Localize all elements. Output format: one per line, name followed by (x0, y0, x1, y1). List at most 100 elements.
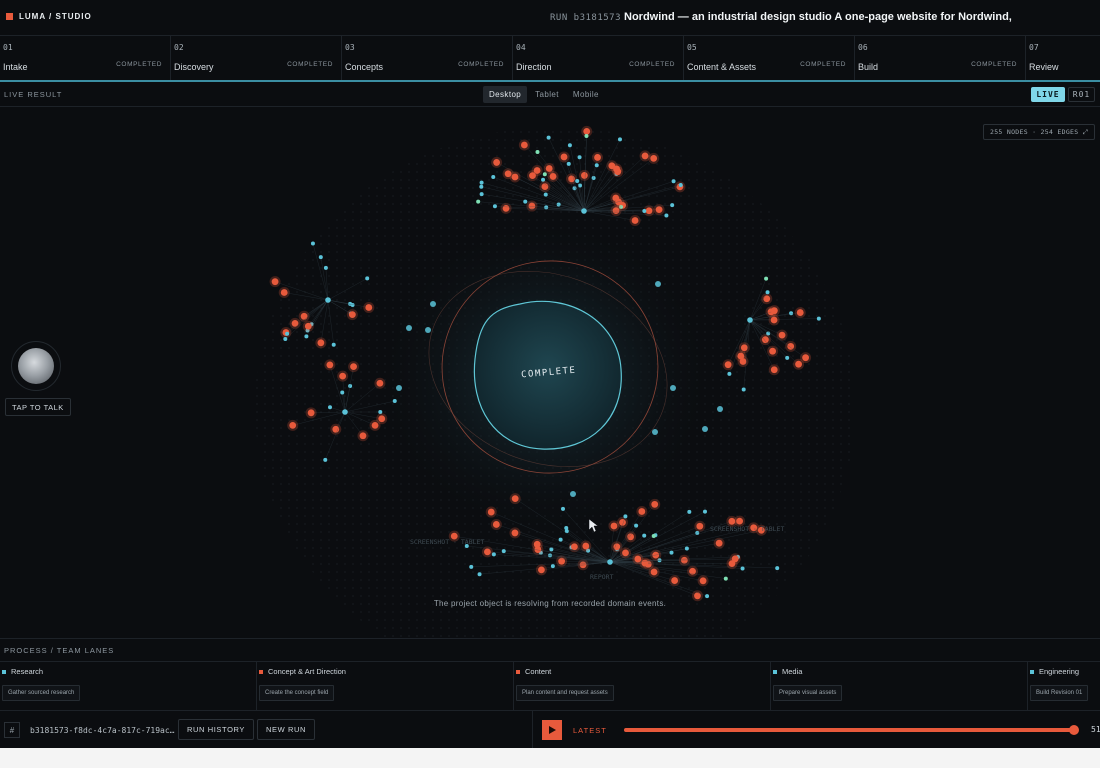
graph-node (584, 134, 589, 139)
graph-node (634, 555, 642, 563)
lane-content: Content Plan content and request assets (514, 661, 771, 710)
step-direction[interactable]: 04 Direction COMPLETED (513, 36, 684, 80)
lane-media: Media Prepare visual assets (771, 661, 1028, 710)
graph-hub (747, 317, 753, 323)
live-result-bar: LIVE RESULT Desktop Tablet Mobile LIVE R… (0, 82, 1100, 107)
graph-node (778, 331, 786, 339)
step-name: Concepts (345, 62, 384, 72)
graph-node (350, 302, 355, 307)
graph-node (787, 342, 795, 350)
brand[interactable]: LUMA / STUDIO (6, 12, 92, 21)
graph-node (323, 457, 328, 462)
graph-node (789, 311, 794, 316)
graph-stats-button[interactable]: 255 NODES · 254 EDGES ⤢ (983, 124, 1096, 140)
graph-node (430, 301, 436, 307)
graph-hub (325, 297, 331, 303)
graph-node (493, 159, 501, 166)
step-review[interactable]: 07 Review (1026, 36, 1100, 80)
lane-name: Content (525, 667, 552, 676)
graph-node (520, 141, 528, 149)
step-content-assets[interactable]: 05 Content & Assets COMPLETED (684, 36, 855, 80)
live-result-canvas[interactable]: COMPLETE SCREENSHOT · TABLET SCREENSHOT · … (0, 107, 1100, 638)
graph-node (655, 281, 661, 287)
step-build[interactable]: 06 Build COMPLETED (855, 36, 1026, 80)
graph-node (564, 525, 569, 530)
graph-node (723, 576, 728, 581)
graph-node (376, 379, 384, 387)
step-status: COMPLETED (458, 61, 504, 68)
step-name: Intake (3, 62, 28, 72)
graph-node (327, 405, 332, 410)
graph-node (594, 163, 599, 168)
graph-node (785, 355, 790, 360)
domain-graph[interactable]: COMPLETESCREENSHOT · TABLETSCREENSHOT · … (0, 107, 1100, 638)
graph-node (728, 517, 736, 525)
graph-node (615, 198, 623, 206)
timeline-thumb[interactable] (1069, 725, 1080, 735)
new-run-button[interactable]: NEW RUN (257, 719, 316, 740)
graph-node (317, 339, 325, 347)
play-button[interactable] (542, 720, 562, 740)
lane-task[interactable]: Prepare visual assets (773, 685, 843, 701)
tap-to-talk-button[interactable]: TAP TO TALK (5, 398, 71, 416)
step-intake[interactable]: 01 Intake COMPLETED (0, 36, 171, 80)
graph-hub (581, 208, 587, 214)
step-name: Discovery (174, 62, 214, 72)
graph-node (571, 543, 578, 551)
graph-node (560, 153, 568, 161)
graph-node (651, 500, 659, 508)
graph-node (634, 523, 639, 528)
lane-concept-art-direction: Concept & Art Direction Create the conce… (257, 661, 514, 710)
live-result-label: LIVE RESULT (4, 90, 63, 99)
graph-node (340, 390, 345, 395)
graph-node (365, 304, 373, 311)
latest-label[interactable]: LATEST (573, 726, 607, 735)
lane-task[interactable]: Build Revision 01 (1030, 685, 1089, 701)
faint-node-label: REPORT (590, 573, 614, 581)
run-reference[interactable]: b3181573-f8dc-4c7a-817c-719ac… (30, 726, 175, 735)
tab-desktop[interactable]: Desktop (483, 86, 528, 103)
graph-node (816, 316, 821, 321)
lane-name: Research (11, 667, 44, 676)
graph-node (479, 180, 484, 185)
graph-node (622, 549, 629, 557)
lane-task[interactable]: Gather sourced research (2, 685, 81, 701)
graph-node (538, 566, 545, 574)
lane-task[interactable]: Create the concept field (259, 685, 335, 701)
graph-node (775, 566, 780, 571)
live-toggle[interactable]: LIVE (1031, 87, 1065, 102)
graph-node (614, 168, 622, 176)
project-title: Nordwind — an industrial design studio A… (624, 11, 1012, 23)
graph-node (664, 213, 669, 218)
graph-node (523, 199, 528, 204)
run-history-button[interactable]: RUN HISTORY (178, 719, 254, 740)
graph-node (727, 371, 732, 376)
tab-tablet[interactable]: Tablet (529, 86, 565, 103)
voice-orb-button[interactable] (11, 341, 61, 391)
graph-node (350, 363, 357, 371)
graph-node (702, 509, 707, 514)
graph-node (492, 521, 500, 528)
graph-node (594, 154, 601, 161)
graph-node (671, 577, 679, 584)
step-concepts[interactable]: 03 Concepts COMPLETED (342, 36, 513, 80)
hash-icon[interactable]: # (4, 722, 20, 738)
step-number: 06 (858, 43, 868, 52)
graph-node (271, 278, 279, 286)
step-status: COMPLETED (800, 61, 846, 68)
lane-dot-icon (2, 669, 6, 674)
revision-button[interactable]: R01 (1068, 87, 1095, 102)
voice-orb-icon (18, 348, 54, 384)
tab-mobile[interactable]: Mobile (567, 86, 605, 103)
graph-node (529, 172, 536, 179)
lane-task[interactable]: Plan content and request assets (516, 685, 614, 701)
step-name: Review (1029, 62, 1059, 72)
step-name: Build (858, 62, 879, 72)
graph-node (558, 537, 563, 542)
bottom-bar: # b3181573-f8dc-4c7a-817c-719ac… RUN HIS… (0, 711, 1100, 748)
timeline-slider[interactable] (624, 725, 1080, 735)
graph-node (326, 361, 334, 369)
step-discovery[interactable]: 02 Discovery COMPLETED (171, 36, 342, 80)
graph-node (285, 331, 290, 336)
graph-node (765, 290, 770, 295)
